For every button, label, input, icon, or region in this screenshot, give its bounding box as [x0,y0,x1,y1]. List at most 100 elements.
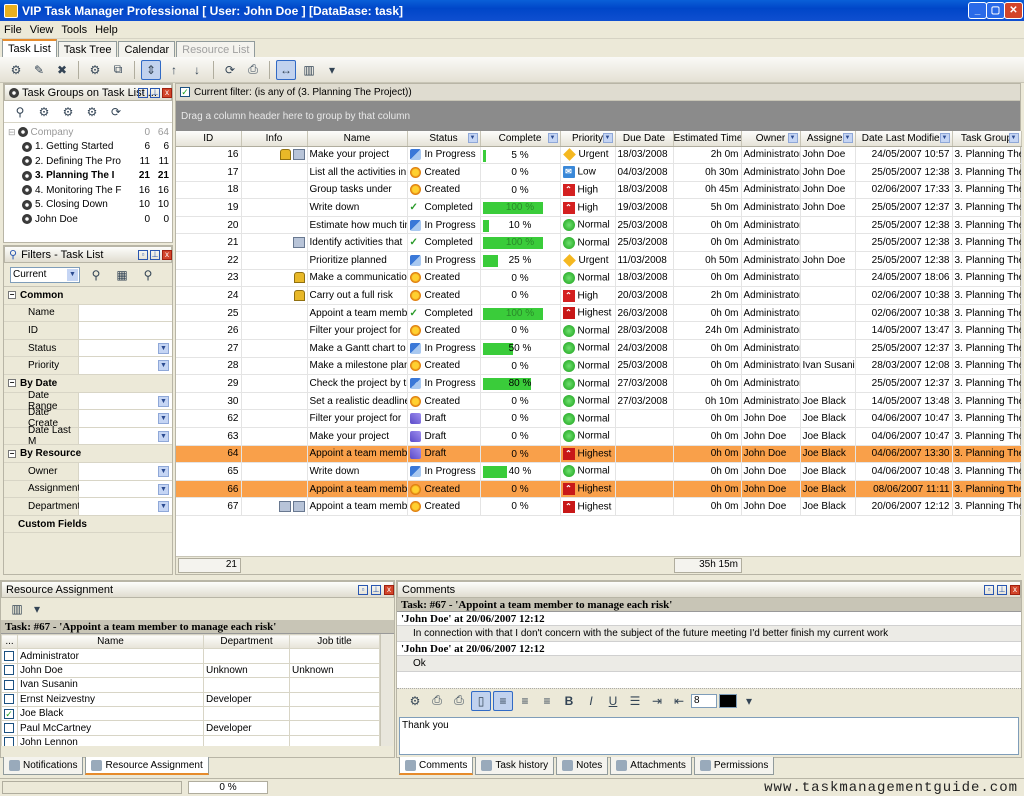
panel-close-icon[interactable]: x [162,88,172,98]
outdent-icon[interactable]: ⇤ [669,691,689,711]
align-right-icon[interactable]: ≡ [537,691,557,711]
column-header-owner[interactable]: Owner ▼ [741,131,801,147]
delete-group-icon[interactable]: ⚙ [82,102,102,122]
bottom-tab-permissions[interactable]: Permissions [693,757,775,775]
expand-icon[interactable]: ⊟ [8,127,16,138]
tree-item[interactable]: 2. Defining The Pro 11 11 [8,154,172,169]
filter-value[interactable] [79,304,172,322]
bullets-icon[interactable]: ☰ [625,691,645,711]
bottom-tab-attachments[interactable]: Attachments [610,757,692,775]
collapse-icon[interactable]: − [8,449,16,458]
resource-row[interactable]: Administrator [1,648,380,664]
resource-column-header[interactable]: Name [17,634,204,650]
resource-row[interactable]: Ernst Neizvestny Developer [1,691,380,707]
pin-icon[interactable]: ⊥ [997,585,1007,595]
table-row[interactable]: 25 Appoint a team member ✓ Completed 100 % ⌃ H… [176,304,1022,323]
table-row[interactable]: 21 Identify activities that ✓ Completed 100 … [176,233,1022,253]
filter-row[interactable]: Priority ▼ [4,357,172,375]
filter-group-header[interactable]: − Common [4,287,172,305]
panel-restore-icon[interactable]: ▫ [138,88,148,98]
delete-task-icon[interactable]: ✖ [52,60,72,80]
column-header-status[interactable]: Status ▼ [407,131,481,147]
table-row[interactable]: 66 Appoint a team member Created 0 % ⌃ Highes… [176,480,1022,499]
table-row[interactable]: 20 Estimate how much time In Progress 10 % N… [176,216,1022,235]
bottom-tab-comments[interactable]: Comments [399,757,474,775]
table-row[interactable]: 17 List all the activities in Created 0 % ✉ L… [176,163,1022,182]
underline-icon[interactable]: U [603,691,623,711]
assign-checkbox[interactable] [4,694,14,705]
chevron-down-icon[interactable]: ▾ [739,691,759,711]
copy-task-icon[interactable]: ⧉ [108,60,128,80]
sort-icon[interactable]: ⇕ [141,59,161,80]
table-row[interactable]: 30 Set a realistic deadline Created 0 % Norm… [176,392,1022,411]
assign-checkbox[interactable] [4,737,14,746]
custom-fields-header[interactable]: Custom Fields [4,516,172,534]
pin-icon[interactable]: ⊥ [371,585,381,595]
panel-close-icon[interactable]: x [162,250,172,260]
table-row[interactable]: 64 Appoint a team member Draft 0 % ⌃ Highest 0… [176,445,1022,464]
column-header-estimated-time[interactable]: Estimated Time [673,131,742,147]
resource-row[interactable]: John Lennon [1,734,380,746]
panel-restore-icon[interactable]: ▫ [138,250,148,260]
indent-icon[interactable]: ⇥ [647,691,667,711]
filter-icon[interactable]: ⚲ [10,102,30,122]
assign-checkbox[interactable]: ✓ [4,708,14,719]
bottom-tab-task-history[interactable]: Task history [475,757,555,775]
menu-help[interactable]: Help [95,24,118,36]
column-header-task-group[interactable]: Task Group ▼ [952,131,1022,147]
comment-editor[interactable]: Thank you [399,717,1019,755]
chevron-down-icon[interactable]: ▼ [158,395,169,407]
column-header-info[interactable]: Info [241,131,308,147]
filter-group-header[interactable]: − By Resource [4,445,172,463]
bottom-tab-notes[interactable]: Notes [556,757,609,775]
tree-item[interactable]: ⊟ Company 0 64 [8,125,172,140]
chevron-down-icon[interactable]: ▼ [939,133,950,143]
edit-group-icon[interactable]: ⚙ [58,102,78,122]
column-header-complete[interactable]: Complete ▼ [480,131,561,147]
filter-row[interactable]: ID [4,322,172,340]
fit-columns-icon[interactable]: ↔ [276,59,296,80]
chevron-down-icon[interactable]: ▼ [158,483,169,495]
filter-row[interactable]: Assignment ▼ [4,480,172,499]
filter-preset-select[interactable]: Current ▼ [10,266,80,283]
columns-icon[interactable]: ▥ [7,599,27,619]
table-row[interactable]: 27 Make a Gantt chart to In Progress 50 % No… [176,339,1022,358]
table-row[interactable]: 65 Write down In Progress 40 % Normal 0h 0m Jo… [176,462,1022,481]
filter-row[interactable]: Status ▼ [4,339,172,358]
resource-column-header[interactable]: Job title [289,634,380,650]
print-icon[interactable]: ⎙ [243,60,263,80]
table-row[interactable]: 24 Carry out a full risk Created 0 % ⌃ High 20… [176,286,1022,305]
tab-task-list[interactable]: Task List [2,39,57,57]
table-row[interactable]: 62 Filter your project for Draft 0 % Normal 0… [176,409,1022,428]
bottom-tab-resource-assignment[interactable]: Resource Assignment [85,757,209,775]
font-size-select[interactable]: 8 [691,693,717,708]
refresh-icon[interactable]: ⟳ [220,60,240,80]
table-row[interactable]: 19 Write down ✓ Completed 100 % ⌃ High 19/03/20… [176,198,1022,217]
table-row[interactable]: 22 Prioritize planned In Progress 25 % Urgen… [176,251,1022,270]
chevron-down-icon[interactable]: ▼ [158,413,169,425]
subtask-icon[interactable]: ⚙ [85,60,105,80]
chevron-down-icon[interactable]: ▼ [547,133,558,143]
chevron-down-icon[interactable]: ▼ [158,430,169,442]
filter-row[interactable]: Department ▼ [4,498,172,516]
align-center-icon[interactable]: ≡ [515,691,535,711]
table-row[interactable]: 29 Check the project by the In Progress 80 … [176,374,1022,393]
menu-tools[interactable]: Tools [61,24,87,36]
menu-view[interactable]: View [30,24,54,36]
refresh-icon[interactable]: ⟳ [106,102,126,122]
table-row[interactable]: 26 Filter your project for Created 0 % Norma… [176,321,1022,341]
print-preview-icon[interactable]: ⎙ [449,691,469,711]
table-row[interactable]: 18 Group tasks under Created 0 % ⌃ High 18/03/… [176,181,1022,200]
chevron-down-icon[interactable]: ▼ [1008,133,1019,143]
tab-calendar[interactable]: Calendar [118,41,176,57]
collapse-icon[interactable]: − [8,291,16,300]
tree-item[interactable]: 3. Planning The I 21 21 [8,169,172,184]
chevron-down-icon[interactable]: ▼ [602,133,613,143]
panel-restore-icon[interactable]: ▫ [984,585,994,595]
new-task-icon[interactable]: ⚙ [6,60,26,80]
assign-checkbox[interactable] [4,665,14,676]
save-filter-icon[interactable]: ▦ [112,265,132,285]
resource-column-header[interactable]: Department [203,634,290,650]
chevron-down-icon[interactable]: ▼ [158,360,169,372]
align-left-icon[interactable]: ≡ [493,690,513,711]
